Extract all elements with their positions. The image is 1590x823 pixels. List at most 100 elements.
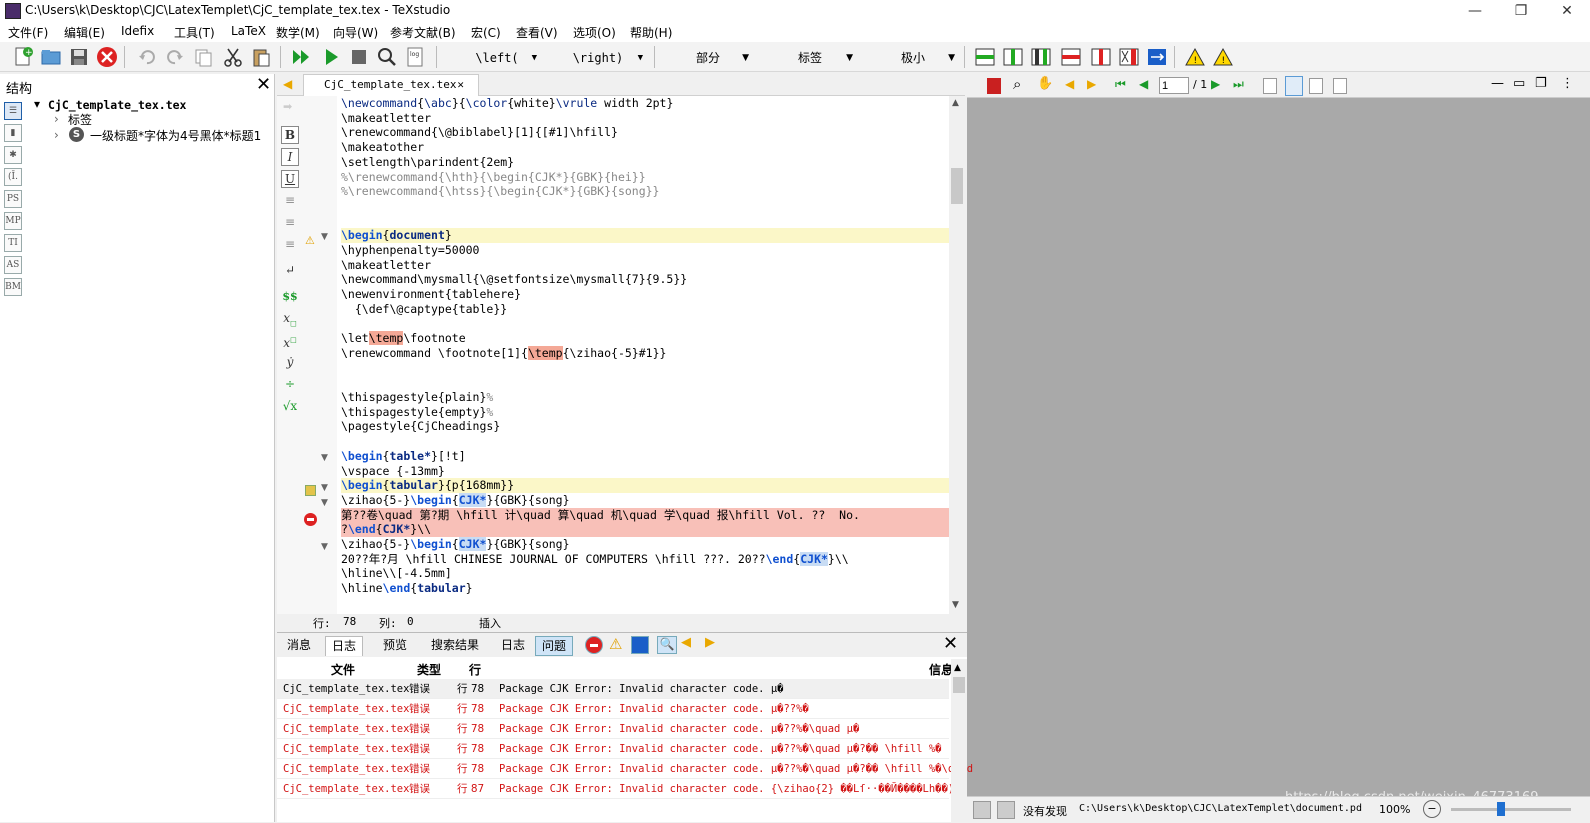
stop-icon[interactable] bbox=[348, 46, 370, 68]
errors-filter-icon[interactable] bbox=[585, 636, 603, 654]
code-line[interactable]: {\def\@captype{table}} bbox=[341, 302, 949, 317]
close-window-button[interactable]: ✕ bbox=[1544, 0, 1590, 22]
prev-page-icon[interactable]: ◀ bbox=[1139, 77, 1148, 91]
menu-math[interactable]: 数学(M) bbox=[276, 24, 320, 41]
tab-messages[interactable]: 消息 bbox=[281, 636, 317, 656]
single-page-icon[interactable] bbox=[1263, 78, 1277, 94]
tree-item-labels[interactable]: 标签 bbox=[68, 111, 92, 128]
pdf-restore-icon[interactable]: ❐ bbox=[1535, 76, 1547, 91]
code-line[interactable]: \zihao{5-}\begin{CJK*}{GBK}{song} bbox=[341, 537, 949, 552]
code-line[interactable]: \newenvironment{tablehere} bbox=[341, 287, 949, 302]
align-center-icon[interactable]: ≡ bbox=[281, 214, 299, 232]
beamer-icon[interactable]: BM bbox=[4, 278, 22, 296]
asymptote-icon[interactable]: AS bbox=[4, 256, 22, 274]
table-add-row-icon[interactable] bbox=[974, 46, 996, 68]
underline-icon[interactable]: U bbox=[281, 170, 299, 188]
badbox-filter-icon[interactable] bbox=[631, 636, 649, 654]
table-remove-column-icon[interactable] bbox=[1090, 46, 1112, 68]
code-line-error[interactable]: 第??卷\quad 第?期 \hfill 计\quad 算\quad 机\qua… bbox=[341, 507, 949, 523]
zoom-slider-handle[interactable] bbox=[1497, 802, 1505, 816]
warning-next-icon[interactable]: ! bbox=[1212, 46, 1234, 68]
tree-expand-icon[interactable]: ▾ bbox=[34, 97, 40, 111]
left-delimiter-combo[interactable]: \left(▼ bbox=[452, 47, 542, 68]
pdf-menu-icon[interactable]: ⋮ bbox=[1561, 76, 1574, 91]
menu-tools[interactable]: 工具(T) bbox=[174, 24, 215, 41]
last-page-icon[interactable]: ⏭ bbox=[1233, 77, 1244, 92]
fit-page-icon[interactable] bbox=[1333, 78, 1347, 94]
code-line[interactable] bbox=[341, 361, 949, 376]
subscript-icon[interactable]: x□ bbox=[281, 310, 299, 328]
minimize-button[interactable]: — bbox=[1452, 0, 1498, 22]
bookmarks-icon[interactable]: ▮ bbox=[4, 124, 22, 142]
menu-bibliography[interactable]: 参考文献(B) bbox=[390, 24, 456, 41]
editor-scrollbar[interactable]: ▲ ▼ bbox=[949, 96, 965, 614]
continuous-page-icon[interactable] bbox=[1285, 76, 1303, 96]
code-line[interactable]: \pagestyle{CjCheadings} bbox=[341, 419, 949, 434]
fold-arrow-icon[interactable]: ▼ bbox=[321, 232, 328, 242]
fold-arrow-icon[interactable]: ▼ bbox=[321, 542, 328, 552]
newline-icon[interactable]: ↵ bbox=[281, 262, 299, 280]
fold-arrow-icon[interactable]: ▼ bbox=[321, 498, 328, 508]
redo-icon[interactable] bbox=[164, 46, 186, 68]
tab-log[interactable]: 日志 bbox=[325, 636, 364, 656]
code-line-begin-document[interactable]: \begin{document} bbox=[341, 228, 949, 243]
col-info[interactable]: 信息 bbox=[929, 661, 953, 678]
next-page-icon[interactable]: ▶ bbox=[1211, 77, 1220, 91]
code-line[interactable] bbox=[341, 434, 949, 449]
code-line[interactable]: \makeatother bbox=[341, 140, 949, 155]
copy-icon[interactable] bbox=[192, 46, 214, 68]
code-line[interactable] bbox=[341, 375, 949, 390]
menu-wizards[interactable]: 向导(W) bbox=[333, 24, 378, 41]
code-line-comment[interactable]: %\renewcommand{\htss}{\begin{CJK*}{GBK}{… bbox=[341, 184, 949, 199]
code-line[interactable]: \renewcommand \footnote[1]{\temp{\zihao{… bbox=[341, 345, 949, 361]
code-line-error[interactable]: ?\end{CJK*}\\ bbox=[341, 522, 949, 537]
tree-root-document[interactable]: CjC_template_tex.tex bbox=[48, 98, 186, 112]
tab-prev-arrow-icon[interactable]: ◀ bbox=[283, 77, 292, 91]
code-line-begin-tabular[interactable]: \begin{tabular}{p{168mm}} bbox=[341, 478, 949, 493]
col-file[interactable]: 文件 bbox=[331, 661, 355, 678]
open-file-icon[interactable] bbox=[40, 46, 62, 68]
code-line[interactable] bbox=[341, 214, 949, 229]
metapost-icon[interactable]: MP bbox=[4, 212, 22, 230]
menu-help[interactable]: 帮助(H) bbox=[630, 24, 672, 41]
right-delimiter-combo[interactable]: \right) ▼ bbox=[548, 47, 648, 68]
save-icon[interactable] bbox=[68, 46, 90, 68]
code-line[interactable]: \hyphenpenalty=50000 bbox=[341, 243, 949, 258]
cut-icon[interactable] bbox=[222, 46, 244, 68]
code-line[interactable]: \makeatletter bbox=[341, 258, 949, 273]
code-line[interactable]: \thispagestyle{empty}% bbox=[341, 405, 949, 420]
menu-latex[interactable]: LaTeX bbox=[231, 24, 266, 38]
pdf-minimize-icon[interactable]: — bbox=[1491, 76, 1504, 91]
menu-options[interactable]: 选项(O) bbox=[573, 24, 616, 41]
close-file-icon[interactable] bbox=[96, 46, 118, 68]
tree-item-section[interactable]: 一级标题*字体为4号黑体*标题1 bbox=[90, 127, 261, 144]
scroll-up-icon[interactable]: ▲ bbox=[952, 98, 959, 108]
code-line[interactable]: \setlength\parindent{2em} bbox=[341, 155, 949, 170]
log-close-button[interactable]: ✕ bbox=[943, 633, 958, 654]
code-line[interactable]: \let\temp\footnote bbox=[341, 331, 949, 346]
paste-icon[interactable] bbox=[250, 46, 272, 68]
zoom-out-icon[interactable]: − bbox=[1423, 800, 1441, 818]
log-row[interactable]: CjC_template_tex.tex 错误 行 78 Package CJK… bbox=[277, 699, 949, 719]
italic-icon[interactable]: I bbox=[281, 148, 299, 166]
view-log-icon[interactable]: log bbox=[404, 46, 426, 68]
code-line[interactable]: \begin{table*}[!t] bbox=[341, 449, 949, 464]
tab-search-results[interactable]: 搜索结果 bbox=[425, 636, 485, 656]
next-issue-icon[interactable]: ▶ bbox=[705, 635, 715, 650]
compile-icon[interactable] bbox=[320, 46, 342, 68]
tab-close-icon[interactable]: ✕ bbox=[457, 75, 464, 95]
log-row-selected[interactable]: CjC_template_tex.tex 错误 行 78 Package CJK… bbox=[277, 679, 949, 699]
subtab-log[interactable]: 日志 bbox=[495, 636, 531, 656]
facing-page-icon[interactable] bbox=[1309, 78, 1323, 94]
build-view-icon[interactable] bbox=[290, 46, 312, 68]
page-number-input[interactable] bbox=[1159, 77, 1189, 94]
log-scrollbar[interactable]: ▲ bbox=[951, 659, 967, 823]
code-line[interactable]: \zihao{5-}\begin{CJK*}{GBK}{song} bbox=[341, 492, 949, 508]
display-math-icon[interactable]: $$ bbox=[281, 288, 299, 306]
subtab-issues[interactable]: 问题 bbox=[535, 636, 574, 656]
code-line[interactable]: \newcommand\mysmall{\@setfontsize\mysmal… bbox=[341, 272, 949, 287]
menu-macros[interactable]: 宏(C) bbox=[471, 24, 501, 41]
table-remove-row-icon[interactable] bbox=[1060, 46, 1082, 68]
pstricks-icon[interactable]: PS bbox=[4, 190, 22, 208]
structure-view-icon[interactable]: ☰ bbox=[4, 102, 22, 120]
